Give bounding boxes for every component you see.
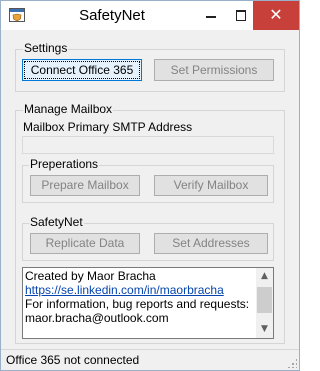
minimize-button[interactable]	[196, 1, 226, 30]
email-line: maor.bracha@outlook.com	[25, 311, 169, 325]
window-title: SafetyNet	[79, 7, 145, 24]
info-scrollbar[interactable]: ▲ ▼	[256, 268, 273, 338]
info-textbox[interactable]: Created by Maor Bracha https://se.linked…	[22, 267, 274, 339]
close-icon: ✕	[269, 5, 283, 24]
prepare-mailbox-button[interactable]: Prepare Mailbox	[30, 175, 140, 196]
info-requests-line: For information, bug reports and request…	[25, 297, 250, 311]
preperations-group-label: Preperations	[29, 157, 100, 171]
scroll-up-icon[interactable]: ▲	[256, 268, 273, 285]
resize-grip-icon[interactable]	[287, 358, 297, 368]
settings-group-label: Settings	[23, 41, 69, 55]
status-bar: Office 365 not connected	[1, 349, 299, 370]
set-permissions-button[interactable]: Set Permissions	[154, 59, 274, 81]
info-text: Created by Maor Bracha https://se.linked…	[25, 269, 255, 325]
set-addresses-button[interactable]: Set Addresses	[154, 233, 268, 254]
smtp-address-label: Mailbox Primary SMTP Address	[23, 120, 193, 134]
safetynet-window: SafetyNet ✕ Settings Connect Office 365 …	[0, 0, 300, 371]
connect-office365-button[interactable]: Connect Office 365	[22, 59, 142, 81]
verify-mailbox-button[interactable]: Verify Mailbox	[154, 175, 268, 196]
close-button[interactable]: ✕	[253, 1, 299, 30]
minimize-icon	[206, 16, 216, 18]
author-line: Created by Maor Bracha	[25, 269, 156, 283]
title-bar[interactable]: SafetyNet ✕	[1, 1, 299, 30]
manage-mailbox-group-label: Manage Mailbox	[23, 102, 114, 116]
replicate-data-button[interactable]: Replicate Data	[30, 233, 140, 254]
safetynet-group-label: SafetyNet	[29, 215, 84, 229]
linkedin-link[interactable]: https://se.linkedin.com/in/maorbracha	[25, 283, 255, 297]
connection-status: Office 365 not connected	[6, 353, 140, 367]
scroll-down-icon[interactable]: ▼	[256, 321, 273, 338]
maximize-icon	[236, 10, 246, 21]
maximize-button[interactable]	[226, 1, 256, 30]
scroll-thumb[interactable]	[257, 287, 272, 313]
smtp-address-input[interactable]	[22, 136, 274, 154]
